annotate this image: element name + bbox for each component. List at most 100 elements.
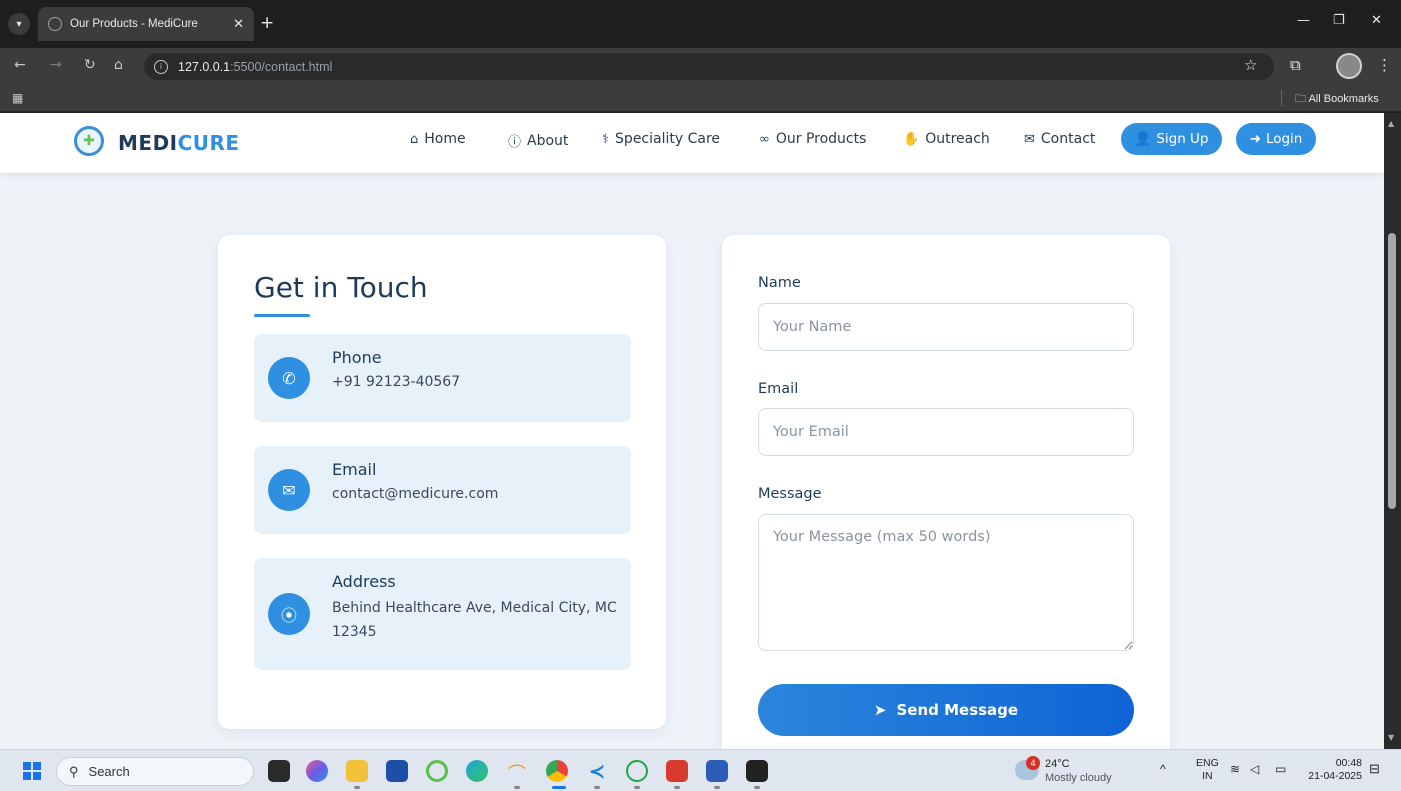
message-label: Message [758, 486, 822, 502]
nav-contact[interactable]: ✉ Contact [1024, 131, 1095, 147]
weather-badge: 4 [1026, 756, 1040, 770]
send-message-button[interactable]: ➤ Send Message [758, 684, 1134, 736]
nav-outreach-label: Outreach [925, 131, 990, 147]
back-arrow-icon[interactable]: ← [14, 57, 26, 73]
windows-taskbar: ⚲ Search ⌒ ≺ 4 24°C Mostly cloudy ^ ENG IN… [0, 749, 1401, 791]
language-indicator[interactable]: ENG IN [1196, 757, 1219, 783]
message-textarea[interactable] [758, 514, 1134, 651]
new-tab-icon[interactable]: + [260, 13, 274, 33]
site-logo[interactable]: MEDICURE [118, 131, 240, 155]
scroll-thumb[interactable] [1388, 233, 1396, 509]
restore-icon[interactable]: ❐ [1333, 13, 1345, 28]
login-label: Login [1265, 131, 1303, 147]
nav-speciality-care[interactable]: ⚕ Speciality Care [602, 131, 720, 147]
terminal-app-icon[interactable] [746, 760, 768, 782]
chrome-icon[interactable] [546, 760, 568, 782]
clock[interactable]: 00:48 21-04-2025 [1300, 757, 1362, 783]
nav-about[interactable]: ⓘ About [508, 131, 568, 151]
window-close-icon[interactable]: ✕ [1371, 13, 1382, 28]
forward-arrow-icon[interactable]: → [50, 57, 62, 73]
contact-info-card: Get in Touch ✆ Phone +91 92123-40567 ✉ E… [218, 235, 666, 729]
sign-up-label: Sign Up [1156, 131, 1209, 147]
whatsapp-icon[interactable] [626, 760, 648, 782]
vscode-icon[interactable]: ≺ [586, 760, 608, 782]
browser-toolbar: ← → ↻ ⌂ i 127.0.0.1:5500/contact.html ☆ … [0, 48, 1401, 84]
email-label: Email [332, 460, 377, 479]
nav-home[interactable]: ⌂ Home [410, 131, 466, 147]
circle-app-icon[interactable] [426, 760, 448, 782]
folder-icon: 🗀 [1295, 93, 1306, 105]
login-button[interactable]: ➜ Login [1236, 123, 1316, 155]
page-scrollbar[interactable]: ▲ ▼ [1384, 113, 1401, 749]
running-indicator [674, 786, 680, 789]
pdf-reader-icon[interactable] [666, 760, 688, 782]
running-indicator [354, 786, 360, 789]
medicure-logo-icon[interactable]: ✚ [74, 126, 104, 156]
name-label: Name [758, 275, 801, 291]
address-bar[interactable]: i 127.0.0.1:5500/contact.html [144, 53, 1274, 80]
taskbar-search[interactable]: ⚲ Search [56, 757, 254, 786]
divider [1281, 90, 1282, 106]
page-viewport: ✚ MEDICURE ⌂ Home ⓘ About ⚕ Speciality Care… [0, 113, 1384, 749]
phone-icon: ✆ [268, 357, 310, 399]
contact-title: Get in Touch [254, 271, 428, 304]
apps-grid-icon[interactable]: ▦ [12, 91, 23, 105]
weather-temp: 24°C [1045, 758, 1070, 770]
site-navbar: ✚ MEDICURE ⌂ Home ⓘ About ⚕ Speciality Care… [0, 113, 1384, 173]
address-label: Address [332, 572, 396, 591]
title-underline [254, 314, 310, 317]
running-indicator [714, 786, 720, 789]
home-icon[interactable]: ⌂ [114, 57, 123, 73]
reload-icon[interactable]: ↻ [84, 57, 96, 73]
more-menu-icon[interactable]: ⋮ [1377, 56, 1392, 74]
word-icon[interactable] [706, 760, 728, 782]
edge-icon[interactable] [466, 760, 488, 782]
sign-up-button[interactable]: 👤 Sign Up [1121, 123, 1222, 155]
file-explorer-icon[interactable] [346, 760, 368, 782]
profile-avatar[interactable] [1336, 53, 1362, 79]
home-icon: ⌂ [410, 131, 419, 147]
nav-outreach[interactable]: ✋ Outreach [903, 131, 990, 147]
extensions-icon[interactable]: ⧉ [1290, 56, 1301, 74]
search-icon: ⚲ [69, 763, 79, 779]
address-value: Behind Healthcare Ave, Medical City, MC … [332, 600, 617, 640]
chevron-up-icon[interactable]: ^ [1160, 763, 1166, 776]
notification-bell-icon[interactable]: ⊟ [1369, 762, 1380, 775]
speaker-icon[interactable]: ◁ [1250, 763, 1259, 776]
bookmarks-bar: ▦ 🗀 All Bookmarks [0, 84, 1401, 112]
site-info-icon[interactable]: i [154, 59, 168, 74]
scroll-up-arrow-icon[interactable]: ▲ [1388, 119, 1394, 128]
wifi-icon[interactable]: ≋ [1230, 763, 1240, 776]
sign-in-icon: ➜ [1249, 131, 1261, 147]
info-icon: ⓘ [508, 135, 522, 150]
name-input[interactable] [758, 303, 1134, 351]
running-indicator [594, 786, 600, 789]
contact-form-card: Name Email Message ➤ Send Message [722, 235, 1170, 749]
email-value: contact@medicure.com [332, 486, 499, 502]
minimize-icon[interactable]: — [1297, 13, 1310, 28]
nav-home-label: Home [424, 131, 466, 147]
close-icon[interactable]: ✕ [233, 17, 244, 32]
handshake-icon: ✋ [903, 131, 920, 147]
tab-search-icon[interactable]: ▾ [8, 13, 30, 35]
battery-icon[interactable]: ▭ [1275, 763, 1286, 776]
scroll-down-arrow-icon[interactable]: ▼ [1388, 733, 1394, 742]
send-message-label: Send Message [896, 701, 1019, 719]
running-indicator [754, 786, 760, 789]
user-plus-icon: 👤 [1134, 131, 1152, 147]
browser-tab[interactable]: Our Products - MediCure ✕ [38, 7, 254, 41]
windows-start-icon[interactable] [23, 762, 41, 780]
all-bookmarks-button[interactable]: 🗀 All Bookmarks [1295, 90, 1379, 109]
nav-our-products[interactable]: ∞ Our Products [759, 131, 866, 147]
envelope-icon: ✉ [268, 469, 310, 511]
bracket-app-icon[interactable]: ⌒ [506, 760, 528, 785]
weather-desc: Mostly cloudy [1045, 772, 1112, 784]
email-input[interactable] [758, 408, 1134, 456]
star-bookmark-icon[interactable]: ☆ [1244, 56, 1257, 74]
nav-contact-label: Contact [1040, 131, 1096, 147]
clock-time: 00:48 [1335, 757, 1362, 769]
task-view-icon[interactable] [268, 760, 290, 782]
copilot-icon[interactable] [306, 760, 328, 782]
nav-our-products-label: Our Products [775, 131, 867, 147]
microsoft-store-icon[interactable] [386, 760, 408, 782]
